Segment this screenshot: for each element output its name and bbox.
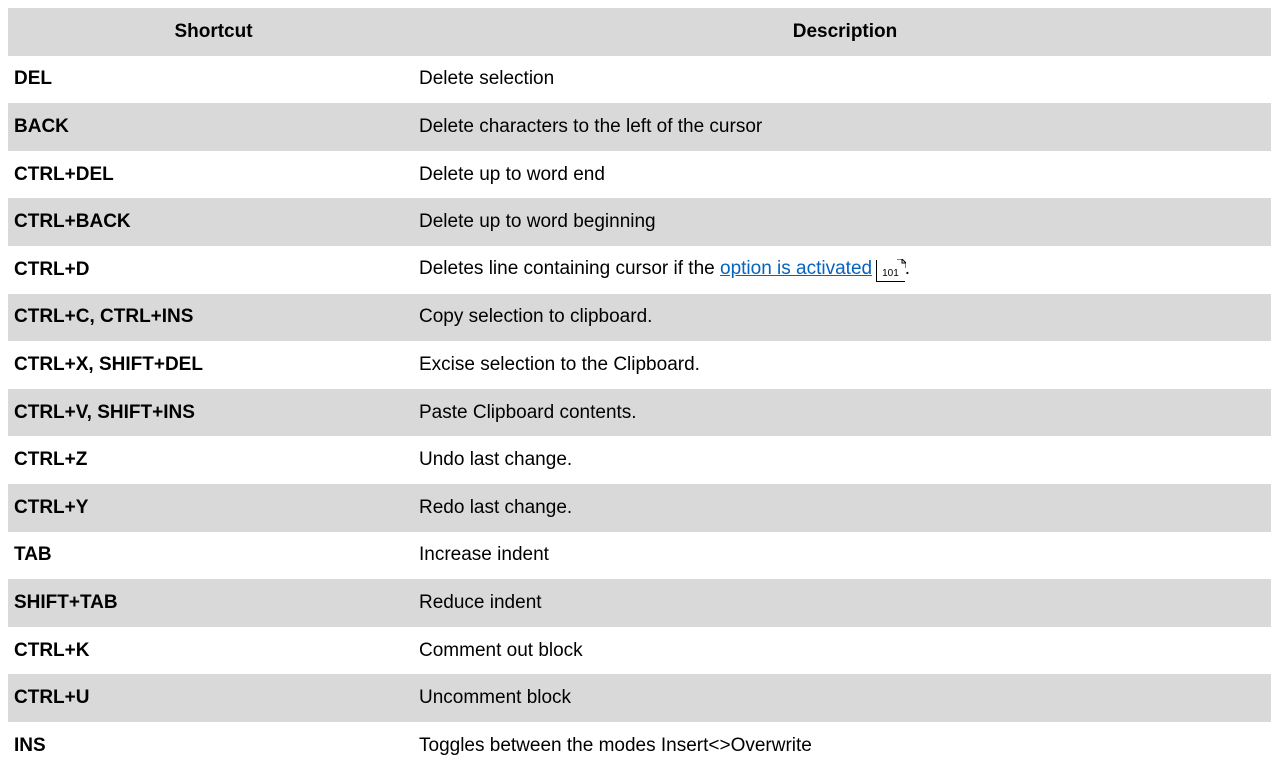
shortcut-cell: CTRL+U	[14, 687, 90, 709]
shortcut-cell: CTRL+BACK	[14, 211, 131, 233]
shortcut-cell: INS	[14, 734, 46, 756]
table-row: CTRL+Y Redo last change.	[8, 483, 1271, 532]
table-row: CTRL+D Deletes line containing cursor if…	[8, 246, 1271, 294]
description-cell: Redo last change.	[419, 496, 573, 518]
header-description: Description	[792, 20, 898, 42]
shortcut-cell: CTRL+X, SHIFT+DEL	[14, 353, 203, 375]
table-header: Shortcut Description	[8, 8, 1271, 56]
table-row: CTRL+Z Undo last change.	[8, 436, 1271, 484]
header-shortcut: Shortcut	[174, 20, 253, 42]
table-row: DEL Delete selection	[8, 56, 1271, 104]
shortcut-cell: CTRL+K	[14, 639, 90, 661]
shortcut-cell: CTRL+DEL	[14, 163, 114, 185]
option-activated-link[interactable]: option is activated	[720, 258, 872, 279]
description-cell: Undo last change.	[419, 449, 573, 471]
page-corner-icon	[896, 258, 906, 268]
table-row: CTRL+BACK Delete up to word beginning	[8, 198, 1271, 246]
description-cell: Increase indent	[419, 544, 549, 566]
shortcut-cell: BACK	[14, 115, 69, 137]
table-row: CTRL+U Uncomment block	[8, 674, 1271, 722]
shortcut-cell: CTRL+D	[14, 258, 90, 280]
description-cell: Uncomment block	[419, 687, 572, 709]
description-text: Deletes line containing cursor if the	[419, 257, 720, 279]
description-cell: Copy selection to clipboard.	[419, 306, 653, 328]
description-cell: Reduce indent	[419, 591, 542, 613]
shortcut-cell: CTRL+C, CTRL+INS	[14, 306, 194, 328]
table-row: CTRL+K Comment out block	[8, 627, 1271, 675]
description-cell: Comment out block	[419, 639, 583, 661]
shortcut-cell: DEL	[14, 68, 52, 90]
description-cell: Delete characters to the left of the cur…	[419, 115, 763, 137]
table-row: CTRL+X, SHIFT+DEL Excise selection to th…	[8, 341, 1271, 389]
page-reference[interactable]: 101	[876, 258, 906, 282]
table-row: SHIFT+TAB Reduce indent	[8, 579, 1271, 627]
table-row: CTRL+DEL Delete up to word end	[8, 151, 1271, 199]
description-cell: Delete selection	[419, 68, 555, 90]
table-row: TAB Increase indent	[8, 532, 1271, 580]
table-row: INS Toggles between the modes Insert<>Ov…	[8, 722, 1271, 770]
shortcut-table: Shortcut Description DEL Delete selectio…	[8, 8, 1271, 770]
shortcut-cell: CTRL+Z	[14, 449, 88, 471]
page-reference-number: 101	[882, 267, 899, 279]
description-cell: Deletes line containing cursor if the op…	[419, 258, 1271, 282]
description-cell: Delete up to word beginning	[419, 211, 656, 233]
table-row: CTRL+C, CTRL+INS Copy selection to clipb…	[8, 293, 1271, 342]
description-cell: Toggles between the modes Insert<>Overwr…	[419, 734, 812, 756]
description-cell: Delete up to word end	[419, 163, 605, 185]
shortcut-cell: TAB	[14, 544, 52, 566]
description-cell: Excise selection to the Clipboard.	[419, 353, 700, 375]
table-row: BACK Delete characters to the left of th…	[8, 103, 1271, 151]
description-cell: Paste Clipboard contents.	[419, 401, 637, 423]
table-row: CTRL+V, SHIFT+INS Paste Clipboard conten…	[8, 388, 1271, 437]
shortcut-cell: CTRL+V, SHIFT+INS	[14, 401, 195, 423]
shortcut-cell: CTRL+Y	[14, 496, 89, 518]
shortcut-cell: SHIFT+TAB	[14, 591, 118, 613]
